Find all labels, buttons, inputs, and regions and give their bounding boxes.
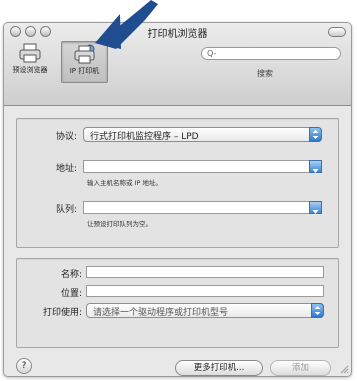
location-label: 位置: <box>60 289 82 299</box>
protocol-popup[interactable]: 行式打印机监控程序 – LPD <box>83 127 322 142</box>
queue-combo-box[interactable] <box>83 201 322 214</box>
location-field[interactable] <box>86 285 324 297</box>
address-combo-box[interactable] <box>83 160 322 173</box>
queue-hint: 让预设打印队列为空。 <box>87 220 152 228</box>
resize-grip-icon[interactable] <box>340 365 349 374</box>
chevron-down-icon[interactable] <box>309 160 322 173</box>
printer-browser-window: 打印机浏览器 预设浏览器 IP 打印机 Q- 搜索 协议: 行式打印机监控程序 … <box>3 22 352 377</box>
print-using-value: 请选择一个驱动程序或打印机型号 <box>93 308 229 318</box>
name-label: 名称: <box>60 270 82 280</box>
name-field[interactable] <box>86 266 324 278</box>
address-hint: 输入主机名称或 IP 地址。 <box>87 179 162 187</box>
popup-arrows-icon <box>309 127 322 142</box>
printer-details-group: 名称: 位置: 打印使用: 请选择一个驱动程序或打印机型号 <box>16 258 339 348</box>
print-using-label: 打印使用: <box>42 308 82 318</box>
queue-label: 队列: <box>55 205 77 215</box>
ip-printer-label: IP 打印机 <box>69 67 100 75</box>
help-button[interactable]: ? <box>16 358 32 374</box>
default-browser-label: 预设浏览器 <box>12 66 48 74</box>
search-label: 搜索 <box>257 69 273 78</box>
callout-arrow <box>95 0 158 49</box>
chevron-down-icon[interactable] <box>309 201 322 214</box>
ip-printer-pane: 协议: 行式打印机监控程序 – LPD 地址: 输入主机名称或 IP 地址。 队… <box>4 106 351 376</box>
protocol-value: 行式打印机监控程序 – LPD <box>90 132 199 142</box>
protocol-label: 协议: <box>55 132 77 142</box>
print-using-popup[interactable]: 请选择一个驱动程序或打印机型号 <box>86 303 324 318</box>
more-printers-button[interactable]: 更多打印机... <box>175 360 263 376</box>
add-button[interactable]: 添加 <box>270 360 331 376</box>
address-label: 地址: <box>55 164 77 174</box>
popup-arrows-icon <box>311 303 324 318</box>
connection-group: 协议: 行式打印机监控程序 – LPD 地址: 输入主机名称或 IP 地址。 队… <box>16 118 339 248</box>
